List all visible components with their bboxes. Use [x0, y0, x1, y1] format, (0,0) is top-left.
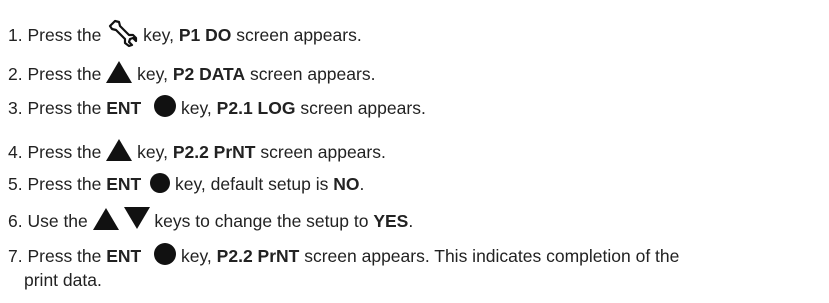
step-5: 5. Press the ENT key, default setup is N… — [8, 173, 364, 195]
step-5-key: ENT — [106, 174, 142, 194]
step-7-continuation: print data. — [24, 270, 102, 290]
step-1: 1. Press the key, P1 DO screen appears. — [8, 17, 362, 54]
wrench-icon — [106, 17, 138, 54]
step-4-screen: P2.2 PrNT — [172, 142, 256, 162]
step-2: 2. Press the key, P2 DATA screen appears… — [8, 61, 375, 85]
step-2-after: key, — [137, 64, 173, 84]
step-6: 6. Use the keys to change the setup to Y… — [8, 207, 413, 232]
step-4-tail: screen appears. — [255, 142, 386, 162]
step-1-after: key, — [143, 25, 179, 45]
down-arrow-icon — [123, 207, 150, 229]
step-4-text: 4. Press the — [8, 142, 102, 162]
step-6-text: 6. Use the — [8, 211, 88, 231]
enter-circle-icon — [150, 173, 171, 193]
up-arrow-icon — [106, 61, 133, 83]
up-arrow-icon — [92, 208, 119, 230]
step-2-tail: screen appears. — [245, 64, 376, 84]
step-1-text: 1. Press the — [8, 25, 102, 45]
up-arrow-icon — [106, 139, 133, 161]
step-5-tail: . — [359, 174, 365, 194]
step-2-screen: P2 DATA — [172, 64, 246, 84]
step-1-tail: screen appears. — [231, 25, 362, 45]
enter-circle-icon — [154, 243, 177, 265]
step-4-after: key, — [137, 142, 173, 162]
step-6-value: YES — [373, 211, 409, 231]
step-3: 3. Press the ENT key, P2.1 LOG screen ap… — [8, 95, 426, 119]
step-6-after: keys to change the setup to — [154, 211, 374, 231]
step-7: 7. Press the ENT key, P2.2 PrNT screen a… — [8, 243, 679, 267]
step-3-text: 3. Press the — [8, 98, 107, 118]
step-7-key: ENT — [106, 246, 142, 266]
step-7-after: key, — [181, 246, 217, 266]
step-2-text: 2. Press the — [8, 64, 102, 84]
step-3-tail: screen appears. — [295, 98, 426, 118]
step-5-value: NO — [333, 174, 360, 194]
enter-circle-icon — [154, 95, 177, 117]
step-7-text: 7. Press the — [8, 246, 107, 266]
step-5-after: key, default setup is — [175, 174, 334, 194]
step-1-screen: P1 DO — [178, 25, 232, 45]
step-5-text: 5. Press the — [8, 174, 107, 194]
step-6-tail: . — [408, 211, 414, 231]
step-3-after: key, — [181, 98, 217, 118]
step-4: 4. Press the key, P2.2 PrNT screen appea… — [8, 139, 386, 163]
step-3-key: ENT — [106, 98, 142, 118]
step-7-screen: P2.2 PrNT — [216, 246, 300, 266]
step-3-screen: P2.1 LOG — [216, 98, 296, 118]
step-7-tail: screen appears. This indicates completio… — [299, 246, 680, 266]
